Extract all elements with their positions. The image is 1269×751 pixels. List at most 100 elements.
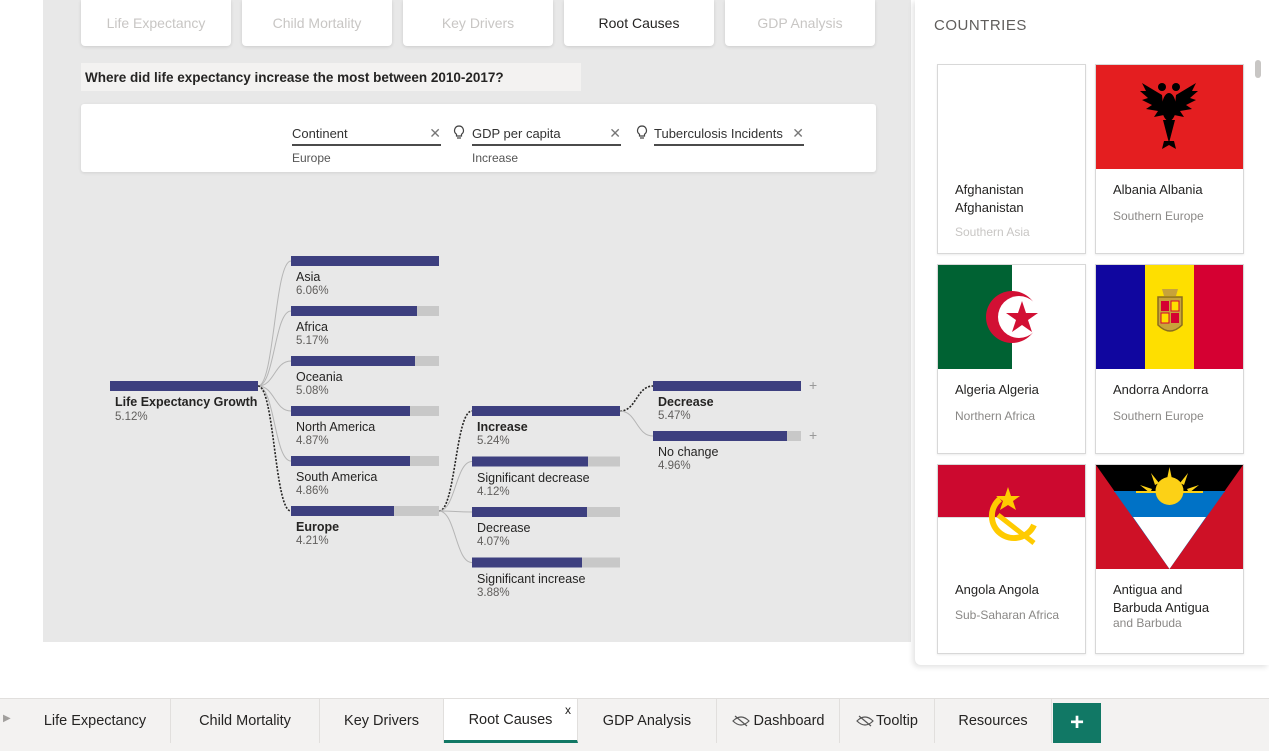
country-region: Sub-Saharan Africa (955, 608, 1060, 622)
tab-label: Resources (958, 713, 1028, 729)
decomposition-tree (110, 256, 801, 568)
level2-bar (472, 406, 620, 416)
level1-node-value: 4.86% (296, 485, 329, 497)
connector-line (438, 510, 473, 563)
level2-bar (472, 557, 582, 568)
level1-bar (291, 406, 410, 416)
country-name: Angola Angola (955, 582, 1039, 597)
level1-bar (291, 306, 417, 316)
add-page-button[interactable]: + (1053, 703, 1101, 743)
country-name: Algeria Algeria (955, 382, 1039, 397)
country-name: Andorra Andorra (1113, 382, 1209, 397)
tab-gdp-analysis[interactable]: GDP Analysis (578, 699, 717, 743)
tab-label: Key Drivers (344, 713, 419, 729)
country-card-afghanistan[interactable]: Afghanistan Afghanistan Southern Asia (937, 64, 1086, 254)
level2-node-value: 3.88% (477, 586, 510, 599)
tab-label: Child Mortality (199, 713, 291, 729)
level1-node-label: Europe (296, 520, 340, 534)
expand-plus-icon[interactable]: + (809, 377, 817, 393)
blank-flag-icon (938, 65, 1085, 169)
level2-node-value: 5.24% (477, 435, 510, 447)
root-bar (110, 381, 258, 391)
report-canvas: Life Expectancy Child Mortality Key Driv… (0, 0, 1269, 698)
country-region: Southern Asia (955, 225, 1030, 239)
level1-node-label: Africa (296, 320, 328, 334)
page-tab-bar: ▶ Life Expectancy Child Mortality Key Dr… (0, 698, 1269, 751)
angola-flag-icon (938, 465, 1085, 569)
level2-bar (472, 456, 588, 467)
hidden-eye-icon (856, 715, 874, 727)
level1-bar (291, 256, 439, 266)
level2-node-label: Increase (477, 420, 528, 434)
level1-node-value: 6.06% (296, 285, 329, 297)
country-card-algeria[interactable]: Algeria Algeria Northern Africa (937, 264, 1086, 454)
tab-label: Dashboard (753, 713, 825, 729)
level3-node-label: No change (658, 445, 719, 459)
connector-line (257, 260, 292, 387)
expand-plus-icon[interactable]: + (809, 427, 817, 443)
level2-bar (472, 507, 587, 517)
level2-node-label: Decrease (477, 521, 531, 535)
level1-bar (291, 356, 415, 366)
level1-node-label: South America (296, 470, 378, 484)
level1-node-label: North America (296, 420, 376, 434)
level2-node-value: 4.12% (477, 485, 510, 498)
level3-node-value: 5.47% (658, 410, 691, 422)
scroll-left-icon[interactable]: ▶ (3, 713, 11, 724)
tab-tooltip[interactable]: Tooltip (840, 699, 935, 743)
hidden-eye-icon (731, 715, 750, 727)
panel-title: COUNTRIES (934, 17, 1027, 34)
country-card-antigua[interactable]: Antigua and Barbuda Antigua and Barbuda (1095, 464, 1244, 654)
country-card-angola[interactable]: Angola Angola Sub-Saharan Africa (937, 464, 1086, 654)
connector-line (619, 410, 654, 437)
level2-node-value: 4.07% (477, 536, 510, 548)
tab-child-mortality[interactable]: Child Mortality (171, 699, 320, 743)
root-node-value: 5.12% (115, 411, 148, 423)
tab-label: Life Expectancy (43, 713, 147, 729)
tab-label: Root Causes (468, 711, 553, 728)
country-region: Southern Europe (1113, 209, 1204, 223)
albania-flag-icon (1096, 65, 1243, 169)
scrollbar-thumb[interactable] (1255, 60, 1261, 78)
tab-dashboard[interactable]: Dashboard (717, 699, 840, 743)
country-name: Antigua and Barbuda Antigua (1113, 582, 1210, 615)
level1-node-value: 5.08% (296, 385, 329, 397)
andorra-flag-icon (1096, 265, 1243, 369)
level2-node-label: Significant decrease (477, 470, 590, 485)
tab-key-drivers[interactable]: Key Drivers (320, 699, 444, 743)
root-node-label: Life Expectancy Growth (115, 395, 258, 409)
country-card-albania[interactable]: Albania Albania Southern Europe (1095, 64, 1244, 254)
countries-panel: COUNTRIES Afghanistan Afghanistan Southe… (915, 0, 1269, 665)
connector-line (619, 385, 654, 412)
connector-line (257, 385, 292, 412)
level2-node-label: Significant increase (477, 571, 586, 586)
country-name: Albania Albania (1113, 182, 1203, 197)
tab-label: GDP Analysis (602, 713, 692, 729)
connector-line (438, 410, 473, 512)
level1-node-value: 5.17% (296, 335, 329, 347)
country-name: Afghanistan Afghanistan (955, 182, 1024, 215)
country-region: Northern Africa (955, 409, 1036, 423)
antigua-flag-icon (1096, 465, 1243, 569)
level1-bar (291, 456, 410, 466)
country-region: and Barbuda (1113, 616, 1182, 630)
algeria-flag-icon (938, 265, 1085, 369)
level1-bar (291, 506, 394, 516)
tab-resources[interactable]: Resources (935, 699, 1052, 743)
level3-node-value: 4.96% (658, 460, 691, 472)
level1-node-value: 4.87% (296, 435, 329, 447)
level1-node-label: Oceania (296, 370, 343, 384)
close-icon[interactable]: x (565, 703, 571, 717)
connector-line (438, 510, 473, 513)
country-card-andorra[interactable]: Andorra Andorra Southern Europe (1095, 264, 1244, 454)
level3-bar (653, 431, 787, 441)
tab-root-causes[interactable]: Root Causes x (444, 699, 578, 743)
connector-line (257, 385, 292, 512)
level1-node-label: Asia (296, 270, 321, 284)
level3-bar (653, 381, 801, 391)
tab-life-expectancy[interactable]: Life Expectancy (20, 699, 171, 743)
level3-node-label: Decrease (658, 395, 714, 409)
country-region: Southern Europe (1113, 409, 1204, 423)
level1-node-value: 4.21% (296, 535, 329, 547)
tab-label: Tooltip (876, 713, 918, 729)
